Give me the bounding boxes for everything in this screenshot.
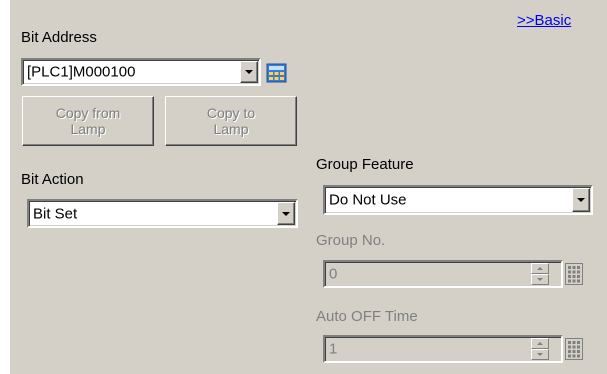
group-no-spinner[interactable] (531, 263, 549, 285)
chevron-up-icon (537, 342, 543, 345)
copy-from-lamp-button[interactable]: Copy from Lamp (22, 96, 154, 146)
settings-panel: >>Basic Bit Address [PLC1]M000100 Copy f… (10, 0, 607, 374)
auto-off-time-down-button[interactable] (531, 349, 549, 360)
keypad-icon (568, 341, 580, 358)
copy-from-lamp-line2: Lamp (70, 121, 106, 137)
chevron-down-icon (245, 70, 253, 74)
group-feature-value: Do Not Use (329, 191, 407, 209)
bit-address-label: Bit Address (21, 29, 97, 46)
group-feature-dropdown-button[interactable] (572, 188, 590, 212)
auto-off-time-spinner[interactable] (531, 338, 549, 360)
auto-off-time-field[interactable]: 1 (323, 335, 563, 363)
keypad-icon (266, 63, 287, 83)
bit-address-combo[interactable]: [PLC1]M000100 (21, 58, 261, 86)
chevron-down-icon (537, 278, 543, 281)
copy-from-lamp-line1: Copy from (55, 105, 121, 121)
chevron-down-icon (577, 198, 585, 202)
group-no-value: 0 (329, 265, 338, 283)
bit-address-dropdown-button[interactable] (240, 61, 258, 83)
group-no-up-button[interactable] (531, 263, 549, 274)
group-no-down-button[interactable] (531, 274, 549, 285)
auto-off-time-keypad-button[interactable] (565, 338, 583, 360)
bit-action-value: Bit Set (33, 205, 78, 222)
copy-to-lamp-line1: Copy to (206, 105, 256, 121)
copy-to-lamp-button[interactable]: Copy to Lamp (165, 96, 297, 146)
basic-link[interactable]: >>Basic (517, 12, 571, 30)
group-no-field[interactable]: 0 (323, 260, 563, 288)
group-feature-label: Group Feature (316, 156, 414, 173)
chevron-down-icon (282, 211, 290, 216)
bit-action-dropdown-button[interactable] (277, 202, 295, 225)
keypad-icon (568, 266, 580, 283)
group-no-keypad-button[interactable] (565, 263, 583, 285)
auto-off-time-label: Auto OFF Time (316, 308, 418, 325)
auto-off-time-value: 1 (329, 340, 338, 358)
bit-action-combo[interactable]: Bit Set (27, 199, 298, 228)
address-input-keypad-button[interactable] (265, 61, 289, 85)
group-feature-combo[interactable]: Do Not Use (323, 185, 593, 215)
copy-to-lamp-line2: Lamp (213, 121, 249, 137)
group-no-label: Group No. (316, 232, 386, 249)
chevron-down-icon (537, 353, 543, 356)
bit-action-label: Bit Action (21, 171, 84, 188)
chevron-up-icon (537, 267, 543, 270)
bit-address-value: [PLC1]M000100 (27, 63, 136, 81)
auto-off-time-up-button[interactable] (531, 338, 549, 349)
